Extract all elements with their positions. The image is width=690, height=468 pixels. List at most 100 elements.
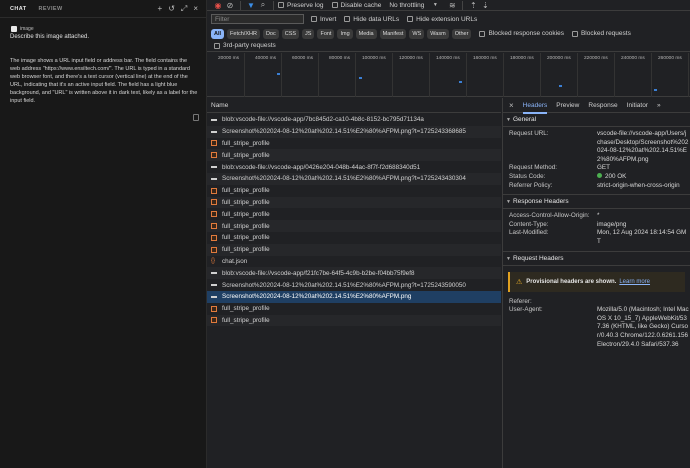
learn-more-link[interactable]: Learn more	[619, 279, 650, 285]
type-chip-font[interactable]: Font	[317, 28, 335, 39]
request-name: blob:vscode-file://vscode-app/7bc845d2-c…	[222, 116, 424, 124]
request-row[interactable]: blob:vscode-file://vscode-app/f21fc7be-6…	[207, 267, 501, 280]
request-row[interactable]: Screenshot%202024-08-12%20at%202.14.51%E…	[207, 279, 501, 291]
request-name: blob:vscode-file://vscode-app/f21fc7be-6…	[222, 269, 415, 277]
type-chip-manifest[interactable]: Manifest	[379, 28, 407, 39]
request-row[interactable]: blob:vscode-file://vscode-app/7bc845d2-c…	[207, 114, 501, 126]
image-file-icon	[211, 234, 217, 241]
request-row[interactable]: full_stripe_profile	[207, 314, 501, 327]
image-attachment-chip[interactable]: image	[11, 26, 34, 32]
preserve-log-checkbox[interactable]	[278, 2, 284, 8]
hide-data-urls-checkbox[interactable]	[344, 16, 351, 22]
tick-label: 100000 ms	[362, 56, 386, 61]
copy-icon[interactable]	[193, 114, 199, 121]
tick-line	[281, 53, 282, 97]
hide-extension-urls-label: Hide extension URLs	[416, 15, 478, 23]
expand-icon[interactable]: ⤢	[181, 4, 187, 14]
export-icon[interactable]: ⇣	[479, 1, 491, 10]
request-row[interactable]: blob:vscode-file://vscode-app/0426e204-0…	[207, 161, 501, 173]
type-chip-doc[interactable]: Doc	[262, 28, 279, 39]
request-name: blob:vscode-file://vscode-app/0426e204-0…	[222, 163, 421, 171]
request-name: chat.json	[222, 257, 248, 265]
waterfall-bar	[654, 89, 657, 91]
chevron-down-icon[interactable]: ▼	[432, 2, 438, 8]
wifi-icon[interactable]: ≋	[446, 1, 458, 10]
tab-preview[interactable]: Preview	[556, 102, 579, 109]
tab-chat[interactable]: CHAT	[10, 6, 26, 12]
type-chip-css[interactable]: CSS	[281, 28, 300, 39]
response-headers-toggle[interactable]: ▼ Response Headers	[503, 194, 690, 210]
tick-line	[355, 53, 356, 97]
more-tabs-icon[interactable]: »	[657, 102, 661, 109]
image-file-icon	[211, 152, 217, 159]
close-icon[interactable]: ×	[509, 101, 514, 110]
tick-line	[503, 53, 504, 97]
request-name: Screenshot%202024-08-12%20at%202.14.51%E…	[222, 281, 466, 289]
request-row[interactable]: full_stripe_profile	[207, 208, 501, 220]
request-name: full_stripe_profile	[222, 151, 270, 159]
waterfall-overview[interactable]: 20000 ms 40000 ms 60000 ms 80000 ms 1000…	[207, 53, 690, 97]
import-icon[interactable]: ⇡	[467, 1, 479, 10]
request-row[interactable]: full_stripe_profile	[207, 149, 501, 162]
request-row[interactable]: full_stripe_profile	[207, 138, 501, 150]
request-name: Screenshot%202024-08-12%20at%202.14.51%E…	[222, 175, 466, 183]
clear-icon[interactable]: ⊘	[224, 1, 236, 10]
tab-headers[interactable]: Headers	[522, 102, 548, 114]
column-name-header[interactable]: Name	[211, 102, 228, 109]
header-key: Content-Type:	[509, 220, 549, 228]
hide-extension-urls-checkbox[interactable]	[407, 16, 414, 22]
header-value	[597, 298, 689, 307]
network-panel: ◉ ⊘ ▼ ⌕ Preserve log Disable cache No th…	[207, 0, 690, 468]
type-chip-js[interactable]: JS	[302, 28, 315, 39]
type-chip-wasm[interactable]: Wasm	[427, 28, 449, 39]
invert-checkbox[interactable]	[311, 16, 317, 22]
search-icon[interactable]: ⌕	[257, 0, 269, 10]
tick-label: 60000 ms	[292, 56, 314, 61]
image-file-icon	[211, 187, 217, 194]
tab-response[interactable]: Response	[588, 102, 617, 109]
request-row[interactable]: full_stripe_profile	[207, 220, 501, 232]
tick-label: 40000 ms	[255, 56, 277, 61]
header-value: GET	[597, 164, 610, 172]
request-headers-toggle[interactable]: ▼ Request Headers	[503, 250, 690, 266]
record-icon[interactable]: ◉	[212, 1, 224, 10]
blocked-cookies-checkbox[interactable]	[479, 30, 486, 37]
tab-initiator[interactable]: Initiator	[627, 102, 648, 109]
type-chip-all[interactable]: All	[211, 28, 225, 39]
chat-panel: CHAT REVIEW + ↺ ⤢ × image Describe this …	[0, 0, 207, 468]
type-chip-img[interactable]: Img	[337, 28, 353, 39]
tick-label: 240000 ms	[621, 56, 645, 61]
filter-input[interactable]	[211, 14, 304, 24]
filter-funnel-icon[interactable]: ▼	[245, 1, 257, 10]
request-row[interactable]: full_stripe_profile	[207, 243, 501, 256]
request-row[interactable]: full_stripe_profile	[207, 185, 501, 197]
request-row[interactable]: full_stripe_profile	[207, 303, 501, 315]
blocked-requests-checkbox[interactable]	[571, 30, 578, 37]
status-code-value: 200 OK	[605, 172, 627, 180]
type-chip-media[interactable]: Media	[355, 28, 377, 39]
request-row[interactable]: full_stripe_profile	[207, 232, 501, 244]
request-row[interactable]: Screenshot%202024-08-12%20at%202.14.51%E…	[207, 290, 501, 303]
header-value: image/png	[597, 220, 627, 228]
third-party-checkbox[interactable]	[214, 42, 220, 49]
disable-cache-checkbox[interactable]	[331, 2, 338, 8]
tab-review[interactable]: REVIEW	[38, 6, 62, 12]
general-title: General	[512, 116, 537, 123]
request-row[interactable]: Screenshot%202024-08-12%20at%202.14.51%E…	[207, 125, 501, 138]
header-row: Request Method: GET	[503, 164, 690, 173]
request-row[interactable]: full_stripe_profile	[207, 196, 501, 209]
throttling-select[interactable]: No throttling	[389, 2, 424, 9]
type-chip-fetch[interactable]: Fetch/XHR	[227, 28, 260, 39]
general-section-toggle[interactable]: ▼ General	[503, 113, 690, 127]
document-icon	[211, 295, 217, 298]
request-row[interactable]: {} chat.json	[207, 256, 501, 268]
close-icon[interactable]: ×	[193, 4, 198, 14]
request-row[interactable]: Screenshot%202024-08-12%20at%202.14.51%E…	[207, 172, 501, 185]
new-chat-plus-icon[interactable]: +	[158, 4, 163, 14]
filter-bar: Invert Hide data URLs Hide extension URL…	[207, 12, 690, 26]
third-party-label: 3rd-party requests	[223, 42, 276, 49]
image-file-icon	[211, 199, 217, 206]
type-chip-other[interactable]: Other	[451, 28, 472, 39]
history-icon[interactable]: ↺	[168, 4, 175, 14]
type-chip-ws[interactable]: WS	[409, 28, 425, 39]
